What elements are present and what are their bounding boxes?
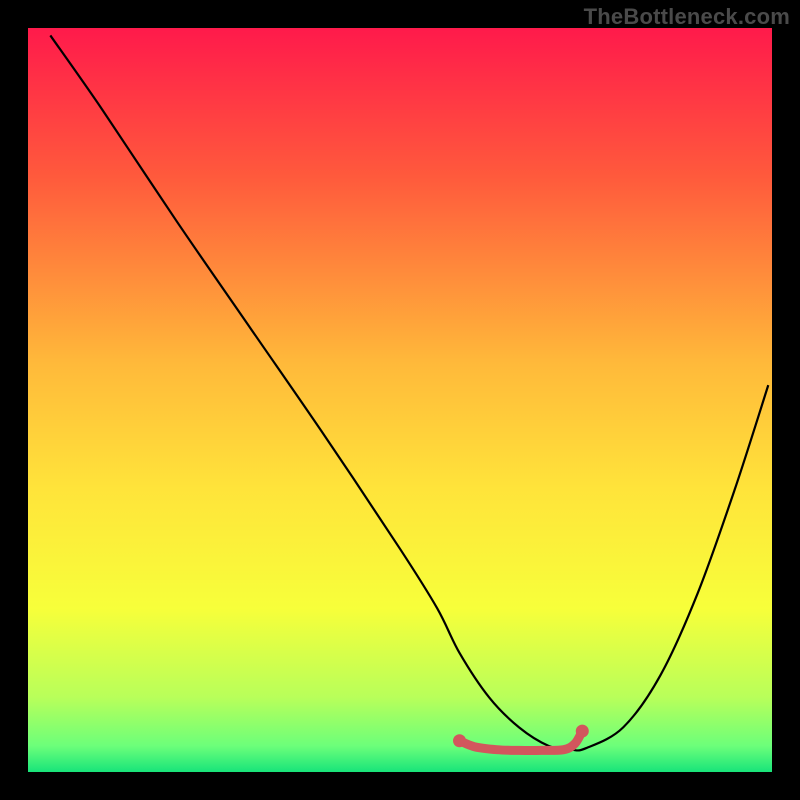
plot-area	[28, 28, 772, 772]
marker-endpoint-dot	[453, 734, 466, 747]
gradient-background	[28, 28, 772, 772]
chart-frame: TheBottleneck.com	[0, 0, 800, 800]
watermark-text: TheBottleneck.com	[584, 4, 790, 30]
chart-svg	[28, 28, 772, 772]
marker-endpoint-dot	[576, 725, 589, 738]
